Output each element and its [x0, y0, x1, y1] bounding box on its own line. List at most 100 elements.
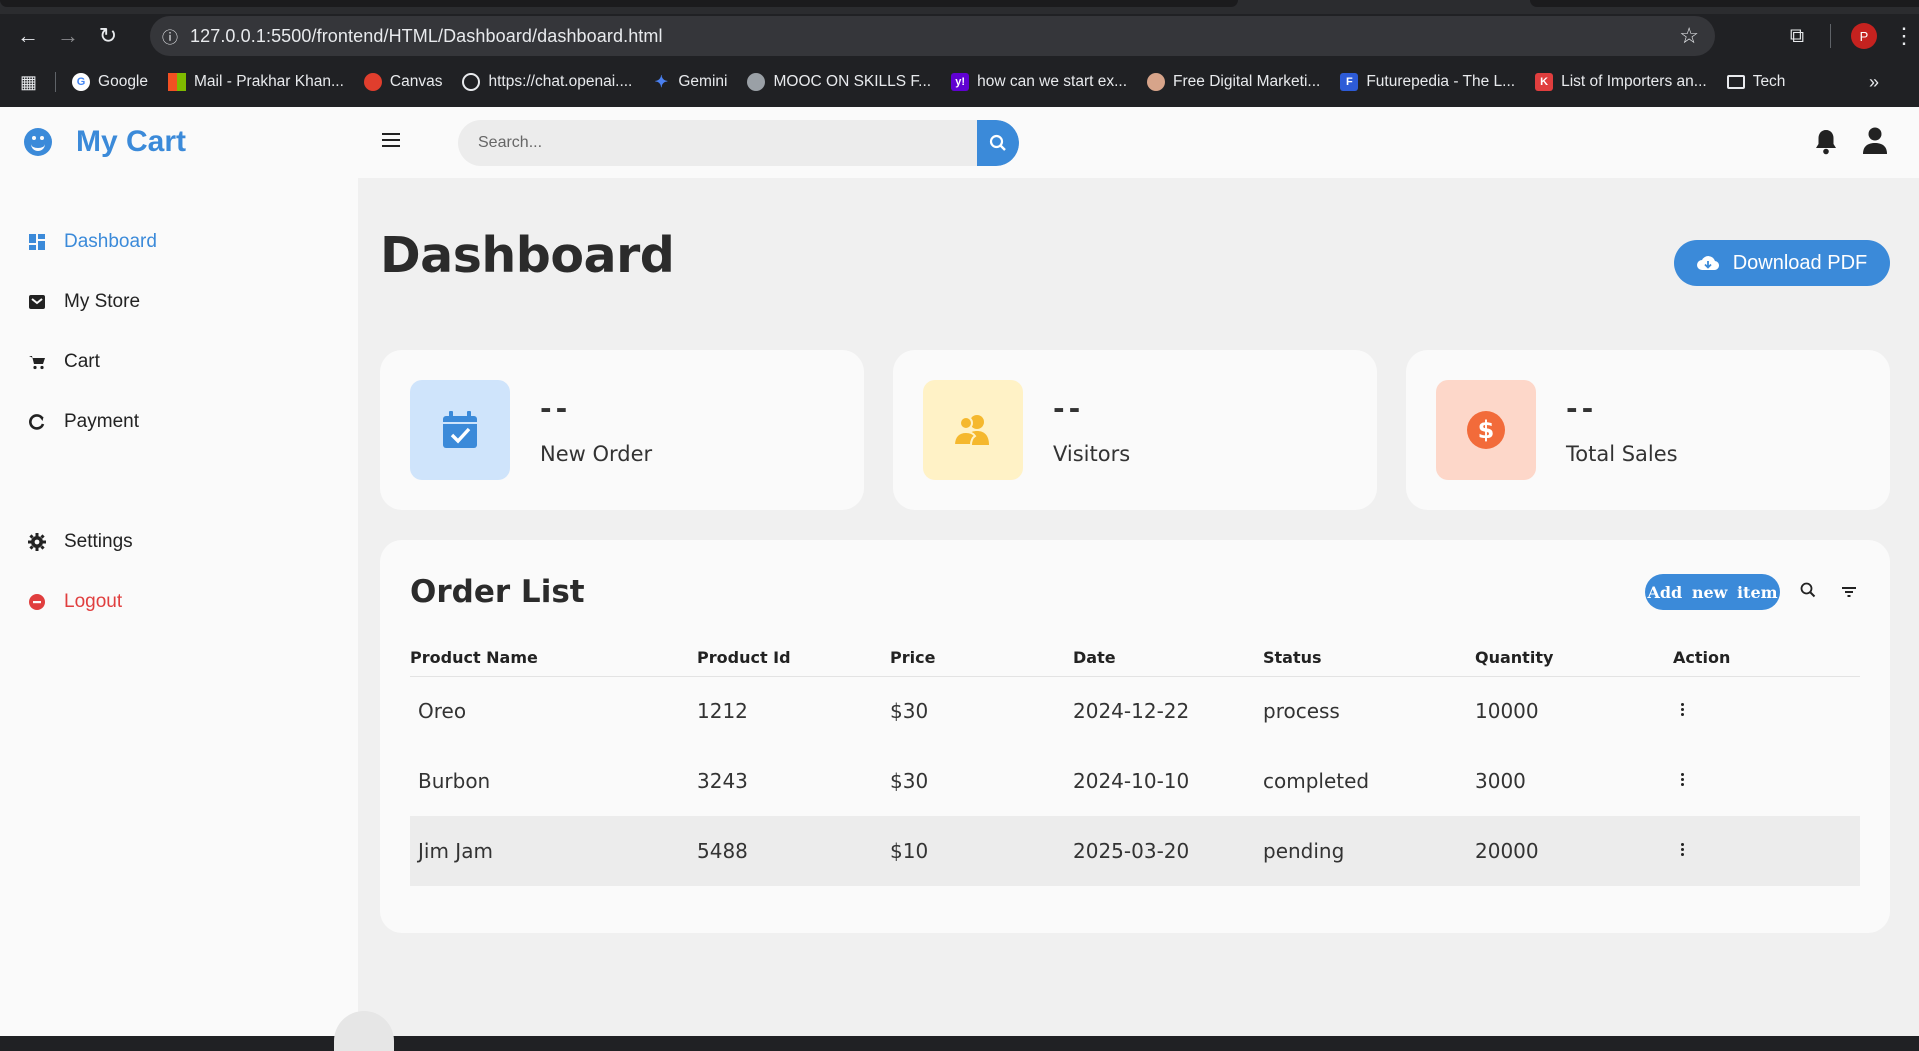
futurepedia-favicon-icon: F [1340, 73, 1359, 91]
column-header[interactable]: Product Id [697, 640, 890, 677]
dashboard-icon [28, 233, 46, 251]
bookmark-item[interactable]: F Futurepedia - The L... [1340, 73, 1515, 91]
product-name-cell: Jim Jam [410, 816, 697, 886]
folder-icon [1726, 75, 1745, 89]
importers-favicon-icon: K [1535, 73, 1554, 91]
date-cell: 2024-12-22 [1073, 699, 1190, 724]
tab-strip [0, 0, 1919, 14]
stat-card-visitors: -- Visitors [893, 350, 1377, 510]
browser-menu-icon[interactable]: ⋮ [1889, 23, 1919, 49]
svg-text:$: $ [1478, 416, 1495, 444]
sidebar-item-label: Settings [64, 531, 133, 552]
search-bar [458, 120, 1019, 166]
column-header[interactable]: Date [1073, 640, 1263, 677]
stat-card-total-sales: $ -- Total Sales [1406, 350, 1890, 510]
bookmark-item[interactable]: y! how can we start ex... [951, 73, 1127, 91]
bookmark-label: Canvas [389, 73, 443, 90]
quantity-cell: 10000 [1475, 699, 1539, 724]
bell-icon[interactable] [1814, 129, 1838, 160]
order-list-card: Order List Add new item Product Name Pro… [380, 540, 1890, 933]
sidebar-item-cart[interactable]: Cart [28, 351, 100, 373]
column-header[interactable]: Product Name [410, 640, 697, 677]
bookmark-item[interactable]: G Google [72, 73, 148, 91]
download-pdf-button[interactable]: Download PDF [1674, 240, 1890, 286]
search-button[interactable] [977, 120, 1019, 166]
stat-value: -- [1566, 392, 1598, 425]
table-row[interactable]: Burbon 3243 $30 2024-10-10 completed 300… [410, 746, 1860, 816]
address-bar[interactable]: ⓘ 127.0.0.1:5500/frontend/HTML/Dashboard… [150, 16, 1715, 56]
page: My Cart Dashboard My Store Cart Payment [0, 107, 1919, 1051]
download-pdf-label: Download PDF [1732, 251, 1868, 274]
apps-grid-icon[interactable]: ▦ [20, 72, 37, 93]
reload-icon[interactable]: ↻ [88, 18, 128, 54]
search-icon[interactable] [1800, 582, 1816, 603]
bookmark-item[interactable]: ✦ Gemini [652, 73, 728, 91]
calendar-check-icon [443, 411, 477, 448]
brand[interactable]: My Cart [24, 125, 186, 159]
site-info-icon[interactable]: ⓘ [150, 24, 190, 48]
menu-toggle-icon[interactable] [382, 133, 400, 147]
sidebar-item-payment[interactable]: Payment [28, 411, 139, 433]
sidebar-item-label: My Store [64, 291, 141, 312]
sidebar-item-logout[interactable]: Logout [28, 591, 122, 613]
bookmark-label: MOOC ON SKILLS F... [773, 73, 932, 90]
back-icon[interactable]: ← [8, 18, 48, 54]
stat-icon-box [410, 380, 510, 480]
bookmark-item[interactable]: K List of Importers an... [1535, 73, 1707, 91]
search-input[interactable] [458, 134, 977, 152]
column-header: Action [1673, 640, 1860, 677]
user-icon[interactable] [1863, 127, 1887, 160]
action-cell [1673, 816, 1860, 886]
stat-label: Visitors [1053, 442, 1131, 466]
table-row[interactable]: Jim Jam 5488 $10 2025-03-20 pending 2000… [410, 816, 1860, 886]
more-options-icon[interactable] [1681, 771, 1685, 788]
sidebar-item-my-store[interactable]: My Store [28, 291, 140, 313]
stat-card-new-order: -- New Order [380, 350, 864, 510]
stat-label: Total Sales [1566, 442, 1678, 466]
bookmark-label: how can we start ex... [977, 73, 1128, 90]
payment-icon [28, 413, 46, 431]
bookmark-item[interactable]: https://chat.openai.... [462, 73, 632, 91]
browser-chrome: ← → ↻ ⓘ 127.0.0.1:5500/frontend/HTML/Das… [0, 0, 1919, 107]
stat-value: -- [1053, 392, 1085, 425]
stat-label: New Order [540, 442, 653, 466]
bookmark-item[interactable]: MOOC ON SKILLS F... [747, 73, 931, 91]
order-table: Product Name Product Id Price Date Statu… [410, 640, 1860, 886]
more-options-icon[interactable] [1681, 701, 1685, 718]
status-cell: pending [1263, 816, 1475, 886]
column-header[interactable]: Price [890, 640, 1073, 677]
bookmark-item[interactable]: Mail - Prakhar Khan... [168, 73, 344, 91]
table-header-row: Product Name Product Id Price Date Statu… [410, 640, 1860, 677]
sidebar-item-label: Dashboard [64, 231, 157, 252]
sidebar: My Cart Dashboard My Store Cart Payment [0, 107, 358, 1036]
microsoft-favicon-icon [168, 73, 186, 91]
extensions-icon[interactable]: ⧉ [1772, 25, 1822, 48]
sidebar-item-label: Payment [64, 411, 139, 432]
bookmark-label: https://chat.openai.... [488, 73, 633, 90]
more-options-icon[interactable] [1681, 841, 1685, 858]
sidebar-item-label: Cart [64, 351, 100, 372]
profile-avatar[interactable]: P [1851, 23, 1877, 49]
gemini-favicon-icon: ✦ [654, 74, 669, 91]
filter-icon[interactable] [1842, 584, 1856, 602]
more-bookmarks-icon[interactable]: » [1869, 72, 1879, 93]
top-bar [358, 107, 1919, 178]
column-header[interactable]: Status [1263, 640, 1475, 677]
bookmark-item[interactable]: Canvas [363, 73, 443, 91]
cloud-download-icon [1696, 256, 1719, 271]
url-text[interactable]: 127.0.0.1:5500/frontend/HTML/Dashboard/d… [190, 26, 663, 47]
table-row[interactable]: Oreo 1212 $30 2024-12-22 process 10000 [410, 676, 1860, 746]
forward-icon[interactable]: → [48, 18, 88, 54]
quantity-cell: 3000 [1475, 769, 1526, 793]
product-id-cell: 1212 [697, 699, 748, 724]
quantity-cell: 20000 [1475, 816, 1673, 886]
column-header[interactable]: Quantity [1475, 640, 1673, 677]
bookmark-star-icon[interactable]: ☆ [1679, 23, 1699, 49]
add-new-item-button[interactable]: Add new item [1645, 574, 1780, 610]
bookmark-item[interactable]: Free Digital Marketi... [1147, 73, 1320, 91]
logout-icon [28, 593, 46, 611]
sidebar-item-dashboard[interactable]: Dashboard [28, 231, 157, 253]
sidebar-item-settings[interactable]: Settings [28, 531, 133, 553]
bookmark-label: Futurepedia - The L... [1366, 73, 1516, 90]
bookmark-item[interactable]: Tech [1726, 73, 1785, 91]
